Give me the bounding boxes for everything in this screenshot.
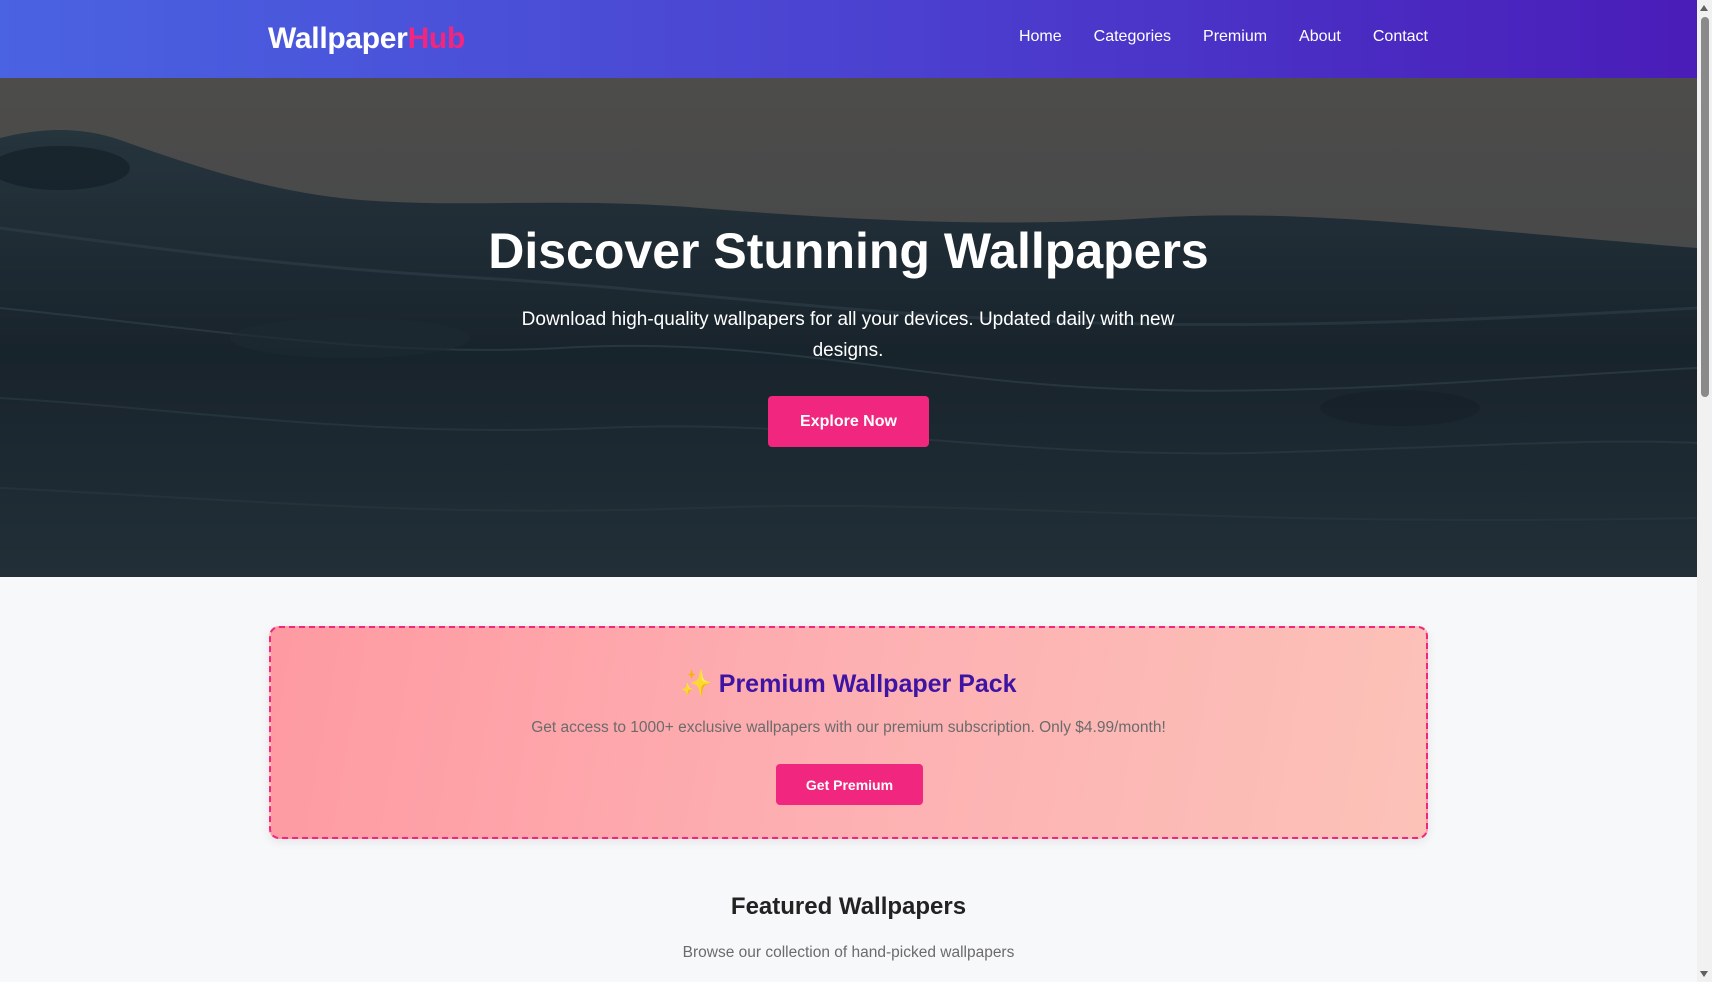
- sparkle-icon: ✨: [680, 668, 713, 698]
- premium-banner: ✨ Premium Wallpaper Pack Get access to 10…: [269, 626, 1428, 839]
- site-logo[interactable]: WallpaperHub: [268, 22, 465, 56]
- scrollbar-thumb[interactable]: [1701, 17, 1709, 397]
- logo-main-text: Wallpaper: [268, 22, 408, 55]
- explore-now-button[interactable]: Explore Now: [768, 396, 929, 447]
- nav-link-premium[interactable]: Premium: [1203, 28, 1267, 46]
- nav-link-contact[interactable]: Contact: [1373, 28, 1428, 46]
- featured-subtitle: Browse our collection of hand-picked wal…: [682, 944, 1015, 961]
- premium-description: Get access to 1000+ exclusive wallpapers…: [531, 719, 1166, 736]
- hero-subtitle: Download high-quality wallpapers for all…: [521, 309, 1175, 361]
- featured-title: Featured Wallpapers: [730, 893, 967, 920]
- hero-section: Discover Stunning Wallpapers Download hi…: [0, 78, 1697, 577]
- navbar: WallpaperHub Home Categories Premium Abo…: [0, 0, 1697, 78]
- premium-title-text: Premium Wallpaper Pack: [718, 670, 1017, 698]
- nav-link-about[interactable]: About: [1299, 28, 1341, 46]
- main-nav: Home Categories Premium About Contact: [1019, 28, 1428, 46]
- nav-link-categories[interactable]: Categories: [1094, 28, 1171, 46]
- get-premium-button[interactable]: Get Premium: [776, 764, 923, 805]
- scroll-down-arrow-icon[interactable]: [1700, 971, 1708, 977]
- scroll-up-arrow-icon[interactable]: [1700, 5, 1708, 11]
- nav-link-home[interactable]: Home: [1019, 28, 1062, 46]
- page-scrollbar[interactable]: [1697, 0, 1712, 982]
- premium-title: ✨ Premium Wallpaper Pack: [271, 668, 1426, 699]
- logo-accent-text: Hub: [407, 22, 466, 55]
- hero-title: Discover Stunning Wallpapers: [488, 223, 1209, 279]
- page: WallpaperHub Home Categories Premium Abo…: [0, 0, 1697, 982]
